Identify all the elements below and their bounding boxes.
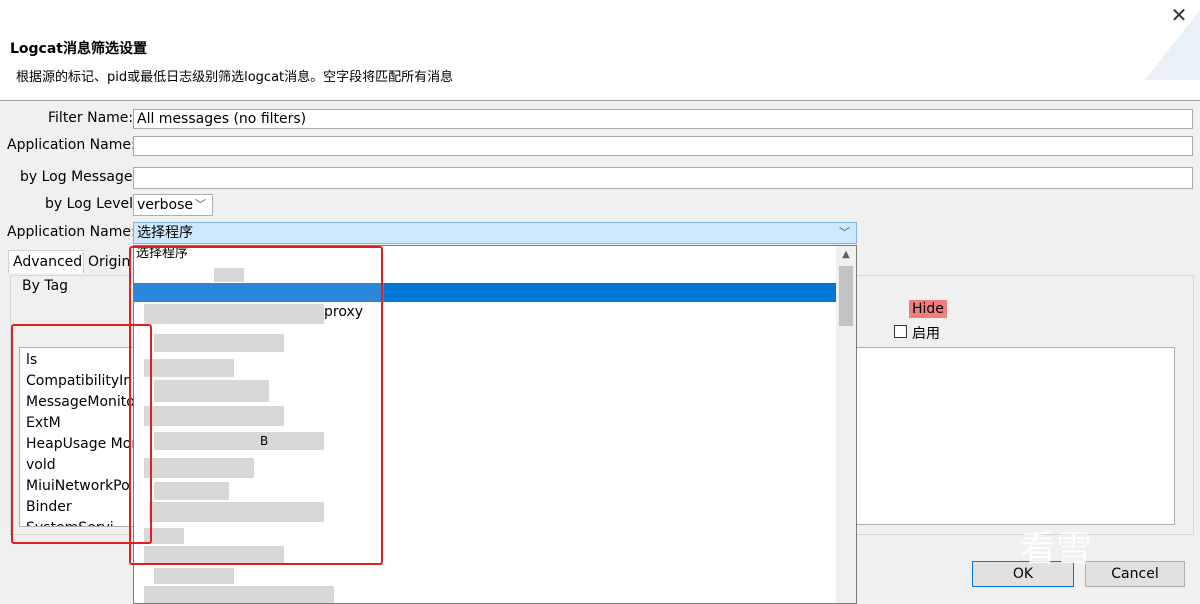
application-name-select-label: Application Name: xyxy=(7,224,136,240)
by-tag-group-label: By Tag xyxy=(20,278,71,294)
application-name-label: Application Name: xyxy=(7,137,136,153)
tag-detail-area[interactable] xyxy=(856,347,1175,525)
dialog-header xyxy=(0,0,1200,100)
log-level-value: verbose xyxy=(137,197,194,213)
blurred-item xyxy=(144,586,334,603)
blurred-item xyxy=(154,568,234,584)
log-level-label: by Log Level: xyxy=(45,196,138,212)
filter-name-label: Filter Name: xyxy=(48,110,134,126)
enable-checkbox-label: 启用 xyxy=(912,326,940,342)
dialog-description: 根据源的标记、pid或最低日志级别筛选logcat消息。空字段将匹配所有消息 xyxy=(16,70,454,85)
filter-name-input[interactable]: All messages (no filters) xyxy=(133,109,1193,129)
application-name-select[interactable]: 选择程序 ﹀ xyxy=(133,222,857,244)
application-name-select-value: 选择程序 xyxy=(137,225,193,241)
chevron-down-icon: ﹀ xyxy=(195,198,206,211)
dropdown-scrollbar[interactable]: ▲ xyxy=(836,246,856,603)
hide-label: Hide xyxy=(909,300,947,318)
cancel-button[interactable]: Cancel xyxy=(1085,561,1185,587)
watermark-logo: 看雪 xyxy=(1020,529,1093,570)
log-level-select[interactable]: verbose ﹀ xyxy=(133,194,213,216)
application-name-input[interactable] xyxy=(133,136,1193,156)
tab-origin[interactable]: Origin xyxy=(84,251,134,273)
scrollbar-thumb[interactable] xyxy=(839,266,853,326)
dialog-title: Logcat消息筛选设置 xyxy=(10,41,147,57)
tab-advanced[interactable]: Advanced xyxy=(8,250,84,273)
chevron-down-icon: ﹀ xyxy=(839,226,850,239)
enable-checkbox[interactable] xyxy=(894,325,907,338)
header-divider xyxy=(0,100,1200,101)
annotation-box-dropdown xyxy=(129,246,383,565)
close-icon[interactable]: ✕ xyxy=(1168,4,1190,26)
scroll-up-icon[interactable]: ▲ xyxy=(836,246,856,264)
log-message-input[interactable] xyxy=(133,167,1193,189)
log-message-label: by Log Message: xyxy=(20,169,138,185)
